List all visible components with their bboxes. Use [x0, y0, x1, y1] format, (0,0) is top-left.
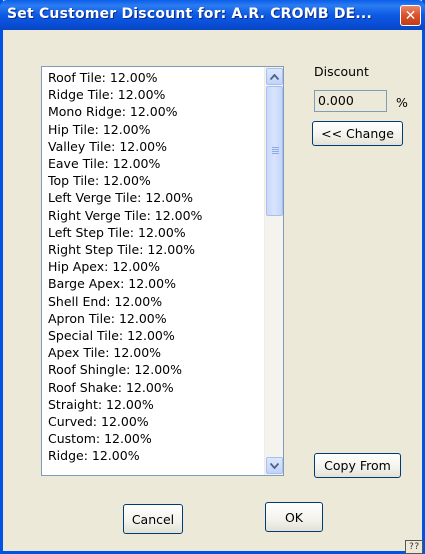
scroll-thumb[interactable] — [266, 86, 283, 216]
list-item[interactable]: Apron Tile: 12.00% — [48, 310, 202, 327]
list-item[interactable]: Ridge Tile: 12.00% — [48, 86, 202, 103]
list-item[interactable]: Roof Tile: 12.00% — [48, 69, 202, 86]
dialog-window: Set Customer Discount for: A.R. CROMB DE… — [0, 0, 425, 554]
list-item[interactable]: Right Step Tile: 12.00% — [48, 241, 202, 258]
thumb-grip — [272, 147, 279, 148]
list-item[interactable]: Eave Tile: 12.00% — [48, 155, 202, 172]
list-item[interactable]: Barge Apex: 12.00% — [48, 275, 202, 292]
list-item[interactable]: Straight: 12.00% — [48, 396, 202, 413]
list-items: Roof Tile: 12.00% Ridge Tile: 12.00% Mono … — [48, 69, 202, 465]
list-item[interactable]: Hip Apex: 12.00% — [48, 258, 202, 275]
list-item[interactable]: Valley Tile: 12.00% — [48, 138, 202, 155]
title-bar[interactable]: Set Customer Discount for: A.R. CROMB DE… — [0, 0, 425, 30]
close-icon: ✕ — [404, 7, 417, 24]
list-item[interactable]: Right Verge Tile: 12.00% — [48, 207, 202, 224]
discount-field[interactable]: 0.000 — [314, 90, 387, 112]
ok-button[interactable]: OK — [265, 502, 323, 532]
list-item[interactable]: Top Tile: 12.00% — [48, 172, 202, 189]
list-item[interactable]: Curved: 12.00% — [48, 413, 202, 430]
scroll-down-button[interactable] — [266, 457, 283, 474]
list-item[interactable]: Hip Tile: 12.00% — [48, 121, 202, 138]
list-item[interactable]: Mono Ridge: 12.00% — [48, 103, 202, 120]
vertical-scrollbar[interactable] — [264, 67, 283, 475]
scroll-up-button[interactable] — [266, 68, 283, 85]
window-title: Set Customer Discount for: A.R. CROMB DE… — [7, 6, 372, 22]
list-item[interactable]: Apex Tile: 12.00% — [48, 344, 202, 361]
list-item[interactable]: Special Tile: 12.00% — [48, 327, 202, 344]
list-item[interactable]: Shell End: 12.00% — [48, 293, 202, 310]
change-button[interactable]: << Change — [312, 121, 403, 146]
list-item[interactable]: Roof Shake: 12.00% — [48, 379, 202, 396]
scroll-down-arrow-icon — [270, 462, 279, 469]
list-item[interactable]: Ridge: 12.00% — [48, 447, 202, 464]
list-item[interactable]: Custom: 12.00% — [48, 430, 202, 447]
close-button[interactable]: ✕ — [400, 5, 421, 26]
copy-from-button[interactable]: Copy From — [314, 453, 401, 478]
thumb-grip — [272, 151, 279, 152]
percent-unit-label: % — [396, 95, 408, 110]
discount-label: Discount — [314, 64, 369, 79]
thumb-grip — [272, 153, 279, 154]
list-item[interactable]: Left Step Tile: 12.00% — [48, 224, 202, 241]
help-icon[interactable]: ?? — [405, 540, 423, 554]
list-item[interactable]: Left Verge Tile: 12.00% — [48, 189, 202, 206]
cancel-button[interactable]: Cancel — [123, 504, 183, 534]
thumb-grip — [272, 149, 279, 150]
list-item[interactable]: Roof Shingle: 12.00% — [48, 361, 202, 378]
scroll-up-arrow-icon — [270, 73, 279, 80]
discount-listbox[interactable]: Roof Tile: 12.00% Ridge Tile: 12.00% Mono … — [41, 66, 284, 476]
